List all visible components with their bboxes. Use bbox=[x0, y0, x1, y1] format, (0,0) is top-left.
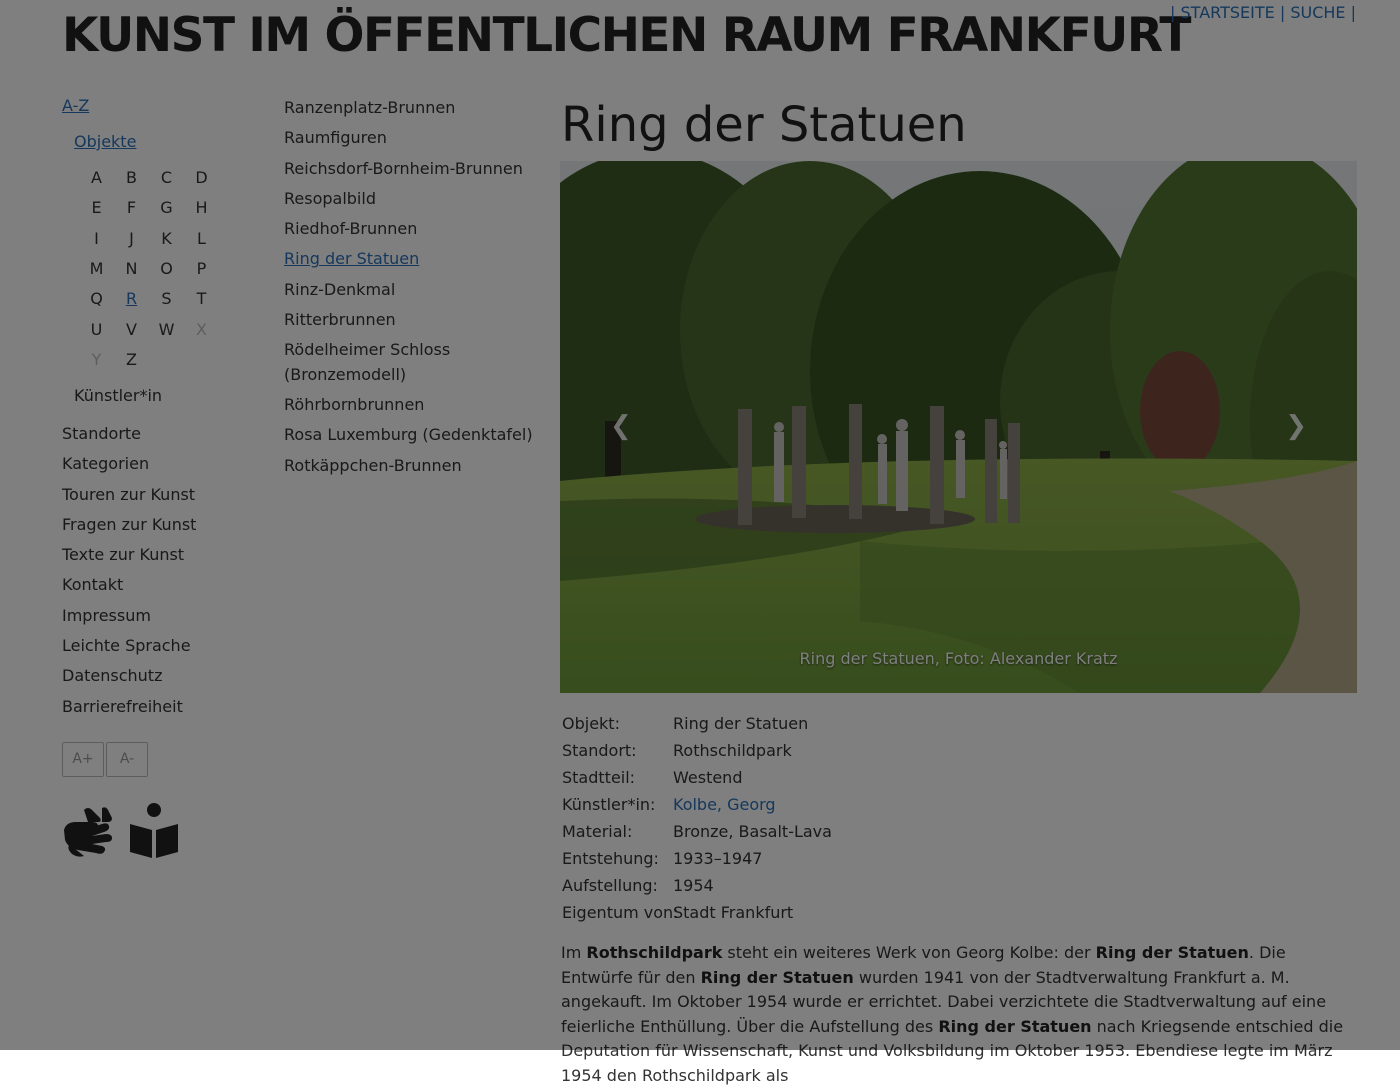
page: KUNST IM ÖFFENTLICHEN RAUM FRANKFURT | S… bbox=[0, 0, 1400, 1085]
modal-backdrop[interactable] bbox=[0, 0, 1400, 1050]
